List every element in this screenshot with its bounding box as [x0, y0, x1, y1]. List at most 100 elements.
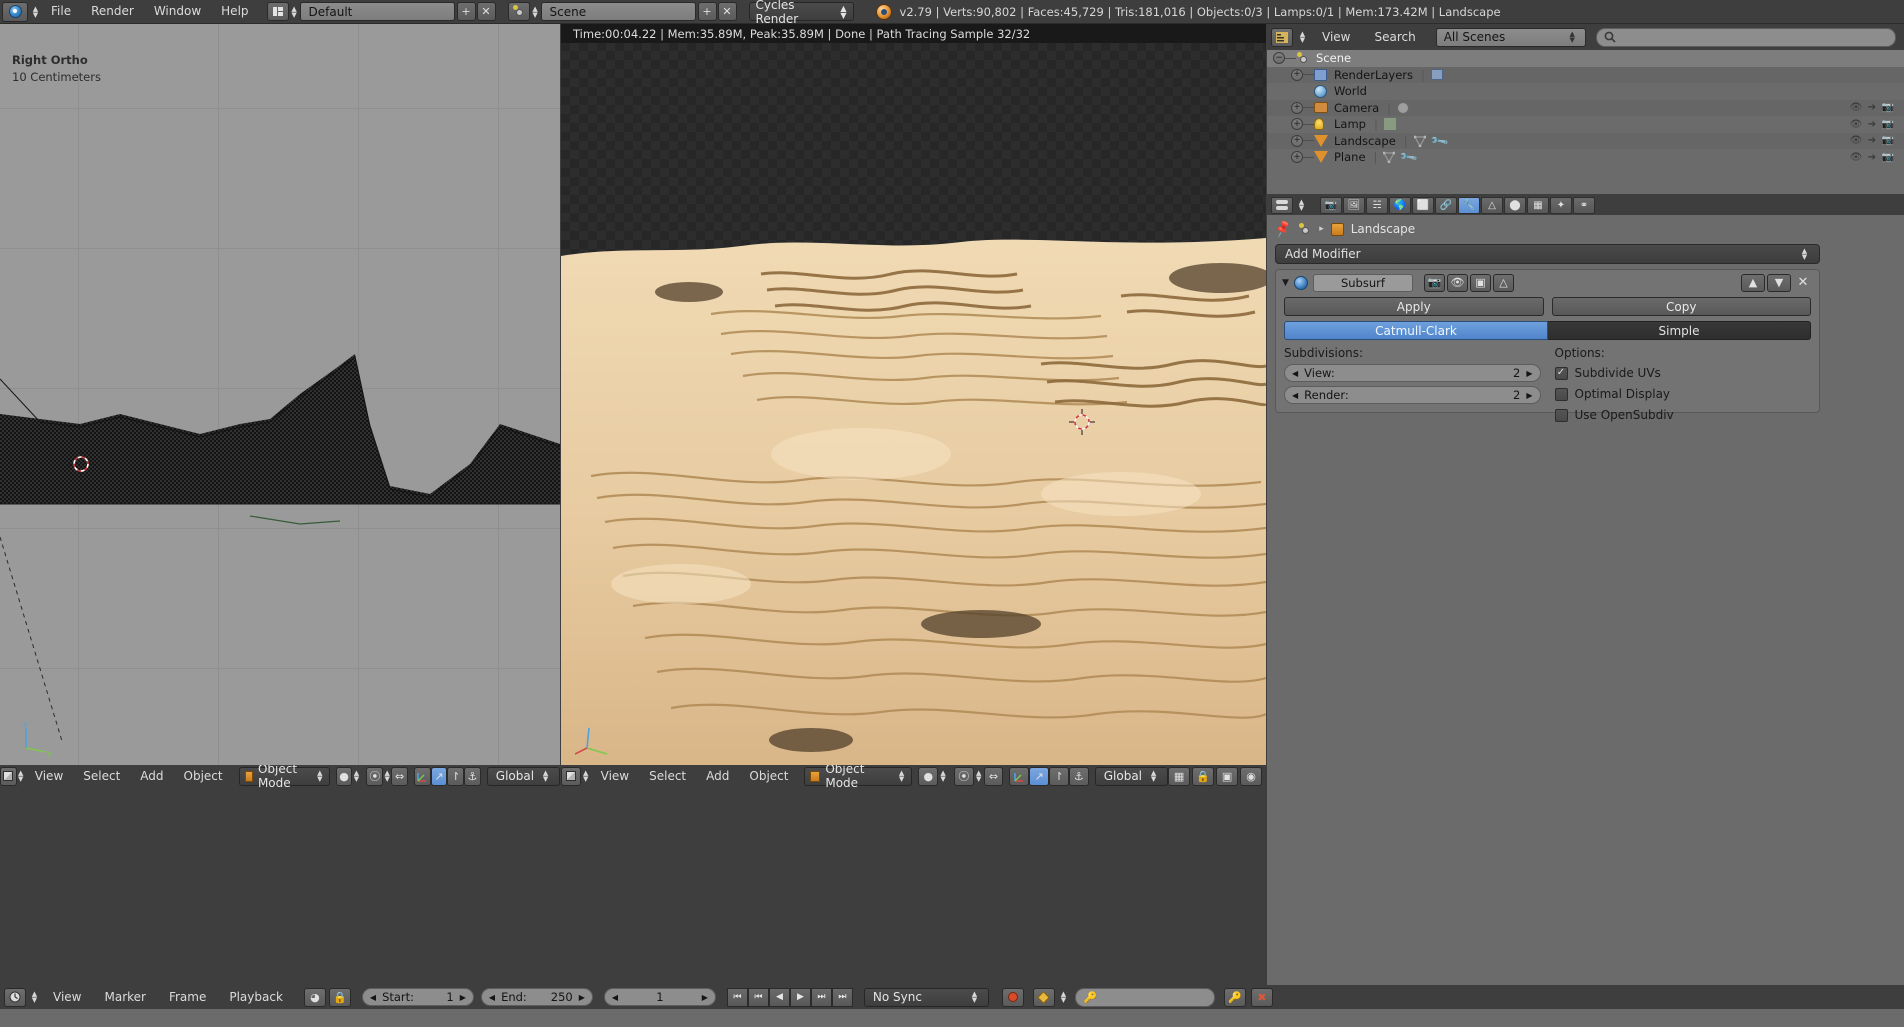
render-interaction-mode-select[interactable]: Object Mode ▲ ▼ [804, 765, 913, 787]
outliner-editor[interactable]: ▲ ▼ View Search All Scenes ▲ ▼ − Scene + Rend… [1267, 24, 1904, 194]
outliner-item-renderlayers[interactable]: + RenderLayers | [1267, 66, 1904, 83]
jump-start-icon[interactable]: ⏮ [726, 987, 748, 1007]
checkbox-subdivide-uvs[interactable]: ✓ [1554, 366, 1568, 380]
right-menu-object[interactable]: Object [739, 766, 798, 786]
frame-increment-icon[interactable]: ▶ [702, 993, 708, 1002]
scene-spinner[interactable]: ▲ ▼ [530, 5, 541, 18]
pin-icon[interactable]: 📌 [1273, 219, 1293, 239]
subdivisions-view-field[interactable]: ◀ View: 2 ▶ [1284, 364, 1541, 382]
scene-add-icon[interactable]: + [697, 2, 717, 21]
render-rotate-manipulator-icon[interactable]: ↗ [1029, 766, 1050, 786]
left-menu-object[interactable]: Object [174, 766, 233, 786]
cursor-icon[interactable]: ➔ [1864, 102, 1880, 113]
render-toggle-icon[interactable]: 📷 [1423, 273, 1445, 292]
checkbox-use-opensubdiv[interactable] [1554, 408, 1568, 422]
render-preview-icon[interactable]: ▣ [1216, 766, 1239, 786]
screen-add-icon[interactable]: + [456, 2, 476, 21]
pivot-spinner[interactable]: ▲ ▼ [383, 770, 391, 783]
timeline-menu-playback[interactable]: Playback [219, 986, 293, 1009]
play-icon[interactable]: ▶ [789, 987, 811, 1007]
screen-layout-icon[interactable] [266, 2, 289, 21]
screen-layout-field[interactable]: Default [299, 2, 455, 21]
decrement-icon[interactable]: ◀ [1292, 369, 1298, 378]
outliner-item-scene[interactable]: − Scene [1267, 50, 1904, 67]
outliner-expander-lamp[interactable]: + [1291, 118, 1303, 131]
on-cage-toggle-icon[interactable]: △ [1492, 273, 1514, 292]
keying-set-spinner[interactable]: ▲ ▼ [1058, 991, 1069, 1004]
camera-render-icon[interactable]: 📷 [1880, 102, 1896, 113]
prev-keyframe-icon[interactable]: ⏮ [747, 987, 769, 1007]
render-layers-tab[interactable]: 🖼 [1343, 196, 1365, 214]
modifier-name-field[interactable]: Subsurf [1312, 273, 1413, 292]
outliner-search-field[interactable] [1595, 27, 1896, 47]
properties-editor-type-spinner[interactable]: ▲ ▼ [1296, 199, 1307, 212]
viewport-shading-icon[interactable]: ● [335, 766, 353, 786]
camera-render-icon[interactable]: 📷 [1880, 119, 1896, 130]
screen-layout-spinner[interactable]: ▲ ▼ [289, 5, 300, 18]
subdivision-type-simple[interactable]: Simple [1548, 321, 1811, 340]
scale-manipulator-icon[interactable]: ↾ [447, 766, 465, 786]
camera-data-icon[interactable] [1397, 101, 1410, 114]
rotate-manipulator-icon[interactable]: ↗ [430, 766, 448, 786]
translate-manipulator-icon[interactable] [413, 766, 431, 786]
current-frame-field[interactable]: ◀ 1 ▶ [603, 988, 716, 1006]
camera-render-icon[interactable]: 📷 [1880, 152, 1896, 163]
transform-orientation-select[interactable]: Global ▲ ▼ [486, 766, 560, 786]
physics-tab[interactable]: ⚭ [1573, 196, 1595, 214]
properties-editor[interactable]: ▲ ▼ 📷 🖼 ☵ 🌎 ⬜ 🔗 🔧 △ ⬤ ▦ ✦ ⚭ 📌 ▸ Landscape Add Modifi… [1267, 195, 1904, 985]
key-add-icon[interactable]: 🔑 [1223, 987, 1246, 1007]
render-transform-orientation-select[interactable]: Global ▲ ▼ [1094, 766, 1169, 786]
outliner-expander-camera[interactable]: + [1291, 101, 1303, 114]
start-increment-icon[interactable]: ▶ [460, 993, 466, 1002]
render-decrement-icon[interactable]: ◀ [1292, 391, 1298, 400]
outliner-menu-view[interactable]: View [1312, 26, 1360, 49]
remove-modifier-icon[interactable]: ✕ [1793, 274, 1813, 292]
subdivisions-render-field[interactable]: ◀ Render: 2 ▶ [1284, 386, 1541, 404]
scene-browse-icon[interactable] [507, 2, 530, 21]
outliner-expander-renderlayers[interactable]: + [1291, 68, 1303, 81]
texture-tab[interactable]: ▦ [1527, 196, 1549, 214]
mesh-data-icon[interactable] [1383, 151, 1396, 164]
timeline-editor[interactable]: -50-40-30-20-100102030405060708090100110… [0, 985, 1904, 1027]
left-menu-view[interactable]: View [25, 766, 73, 786]
checkbox-optimal-display[interactable] [1554, 387, 1568, 401]
eye-icon[interactable]: 👁 [1848, 119, 1864, 130]
audio-icon[interactable]: ◕ [303, 987, 326, 1007]
interaction-mode-select[interactable]: Object Mode ▲ ▼ [238, 765, 330, 787]
editor-type-3dview-icon[interactable] [0, 766, 17, 786]
cursor-icon[interactable]: ➔ [1864, 135, 1880, 146]
menu-render[interactable]: Render [81, 0, 144, 23]
add-modifier-dropdown[interactable]: Add Modifier ▲ ▼ [1275, 244, 1820, 264]
left-menu-select[interactable]: Select [73, 766, 130, 786]
outliner-display-mode-select[interactable]: All Scenes ▲ ▼ [1435, 27, 1586, 47]
outliner-tree[interactable]: − Scene + RenderLayers | World + Camera | 👁 ➔ 📷 + Lam… [1267, 50, 1904, 194]
breadcrumb-scene-icon[interactable] [1298, 222, 1312, 236]
scene-delete-icon[interactable]: ✕ [717, 2, 737, 21]
blender-logo-icon[interactable] [2, 1, 28, 22]
apply-button[interactable]: Apply [1284, 297, 1544, 316]
start-decrement-icon[interactable]: ◀ [370, 993, 376, 1002]
outliner-item-camera[interactable]: + Camera | 👁 ➔ 📷 [1267, 99, 1904, 116]
outliner-menu-search[interactable]: Search [1364, 26, 1425, 49]
key-remove-icon[interactable]: ✖ [1250, 987, 1273, 1007]
jump-end-icon[interactable]: ⏭ [831, 987, 853, 1007]
move-modifier-down-icon[interactable]: ▼ [1767, 273, 1791, 292]
timeline-menu-frame[interactable]: Frame [159, 986, 216, 1009]
cursor-icon[interactable]: ➔ [1864, 119, 1880, 130]
scene-name-field[interactable]: Scene [540, 2, 696, 21]
lock-icon[interactable]: 🔒 [328, 987, 351, 1007]
render-editor-type-3dview-icon[interactable] [561, 766, 581, 786]
render-shading-spinner[interactable]: ▲ ▼ [938, 770, 948, 783]
outliner-item-lamp[interactable]: + Lamp | 👁 ➔ 📷 [1267, 116, 1904, 133]
end-frame-field[interactable]: ◀ End: 250 ▶ [480, 988, 593, 1006]
magnet-icon[interactable]: ⚓ [464, 766, 481, 786]
render-scale-manipulator-icon[interactable]: ↾ [1049, 766, 1069, 786]
outliner-item-landscape[interactable]: + Landscape | 🔧 👁 ➔ 📷 [1267, 131, 1904, 151]
render-viewport-shading-icon[interactable]: ● [918, 766, 939, 786]
renderlayer-data-icon[interactable] [1430, 69, 1443, 81]
triangle-down-icon[interactable]: ▼ [1282, 278, 1289, 288]
realtime-toggle-icon[interactable]: 👁 [1446, 273, 1468, 292]
editor-type-outliner-icon[interactable] [1271, 27, 1293, 47]
edit-mode-toggle-icon[interactable]: ▣ [1469, 273, 1491, 292]
breadcrumb-object-icon[interactable] [1330, 222, 1344, 236]
